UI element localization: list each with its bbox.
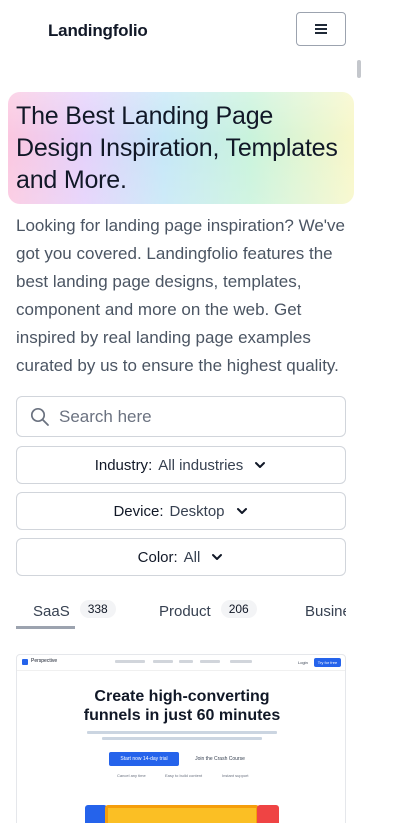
- preview-check-item: Instant support: [222, 773, 249, 778]
- preview-cta-button: Try for free: [314, 658, 341, 667]
- preview-navbar: Perspective Login Try for free: [17, 655, 345, 671]
- filter-label: Device: [113, 502, 160, 520]
- tab-label: SaaS: [33, 603, 70, 620]
- preview-hero-image: [105, 805, 259, 823]
- preview-subtext-line: [87, 731, 277, 734]
- tab-product[interactable]: Product 206: [159, 598, 257, 632]
- preview-hero-image: [257, 805, 279, 823]
- filter-separator: :: [159, 502, 164, 520]
- preview-nav-link: [115, 660, 145, 663]
- preview-secondary-button: Join the Crash Course: [195, 756, 245, 762]
- category-tabs: SaaS 338 Product 206 Busine: [16, 598, 346, 632]
- filter-label: Color: [137, 548, 174, 566]
- filter-value: Desktop: [169, 502, 225, 520]
- preview-headline: Create high-converting funnels in just 6…: [17, 687, 345, 725]
- menu-button[interactable]: [296, 12, 346, 46]
- device-filter-dropdown[interactable]: Device: Desktop: [16, 492, 346, 530]
- chevron-down-icon: [212, 554, 223, 560]
- preview-check-item: Cancel any time: [117, 773, 146, 778]
- search-box[interactable]: [16, 396, 346, 437]
- site-header: Landingfolio: [0, 0, 412, 62]
- tab-count-badge: 206: [220, 600, 257, 618]
- preview-headline-line: funnels in just 60 minutes: [83, 707, 281, 724]
- preview-check-item: Easy to build content: [165, 773, 203, 778]
- preview-nav-link: [179, 660, 193, 663]
- hero-description: Looking for landing page inspiration? We…: [16, 216, 345, 375]
- preview-brand: Perspective: [31, 658, 58, 664]
- color-filter-dropdown[interactable]: Color: All: [16, 538, 346, 576]
- tab-label: Busine: [305, 603, 346, 620]
- active-tab-indicator: [16, 626, 75, 629]
- filter-value: All: [183, 548, 201, 566]
- preview-login: Login: [298, 660, 308, 665]
- tab-count-badge: 338: [79, 600, 116, 618]
- hero-title: The Best Landing Page Design Inspiration…: [16, 102, 338, 194]
- scrollbar-thumb[interactable]: [357, 60, 361, 78]
- preview-headline-line: Create high-converting: [94, 688, 270, 705]
- tab-label: Product: [159, 603, 211, 620]
- preview-logo-icon: [22, 659, 28, 665]
- landing-page-preview-card[interactable]: Perspective Login Try for free Create hi…: [16, 654, 346, 823]
- preview-nav-link: [153, 660, 173, 663]
- filter-separator: :: [148, 456, 153, 474]
- chevron-down-icon: [236, 508, 247, 514]
- filter-value: All industries: [158, 456, 244, 474]
- search-input[interactable]: [59, 406, 309, 427]
- preview-nav-link: [230, 660, 252, 663]
- tab-business[interactable]: Busine: [305, 598, 346, 632]
- preview-hero-image: [85, 805, 107, 823]
- site-logo[interactable]: Landingfolio: [48, 21, 148, 41]
- filter-label: Industry: [94, 456, 149, 474]
- hamburger-menu-icon: [315, 24, 327, 34]
- preview-nav-link: [200, 660, 220, 663]
- industry-filter-dropdown[interactable]: Industry: All industries: [16, 446, 346, 484]
- filter-separator: :: [173, 548, 178, 566]
- preview-subtext-line: [102, 737, 262, 740]
- search-icon: [30, 407, 50, 427]
- preview-primary-button: Start now 14-day trial: [109, 752, 179, 766]
- chevron-down-icon: [255, 462, 266, 468]
